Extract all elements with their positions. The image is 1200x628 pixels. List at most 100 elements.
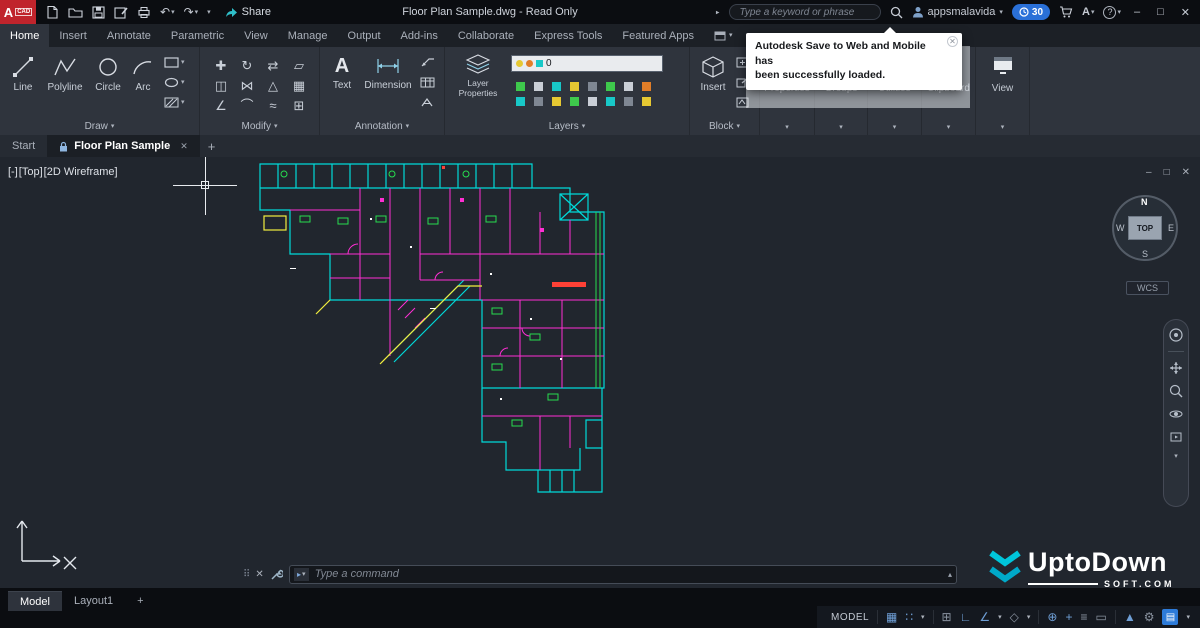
- showmotion-icon[interactable]: [1169, 430, 1183, 444]
- dimension-tool[interactable]: Dimension: [360, 55, 416, 91]
- viewcube[interactable]: N W E S TOP: [1112, 195, 1178, 261]
- tab-collaborate[interactable]: Collaborate: [448, 24, 524, 47]
- isodraft-settings-icon[interactable]: ▾: [1027, 614, 1031, 621]
- viewcube-top-face[interactable]: TOP: [1128, 216, 1162, 240]
- scale-icon[interactable]: ⌒: [240, 99, 253, 112]
- table-tool[interactable]: [420, 77, 435, 88]
- close-button[interactable]: ✕: [1177, 6, 1194, 19]
- snap-settings-icon[interactable]: ▾: [921, 614, 925, 621]
- zoom-icon[interactable]: [1169, 384, 1183, 398]
- viewcube-south[interactable]: S: [1142, 249, 1148, 259]
- move-icon[interactable]: ✚: [216, 59, 227, 72]
- dynamic-input-icon[interactable]: +: [1065, 611, 1072, 623]
- layer-tool-icon[interactable]: [606, 82, 615, 91]
- ellipse-tool[interactable]: ▾: [164, 77, 185, 88]
- text-tool[interactable]: A Text: [326, 55, 358, 91]
- selection-cycling-icon[interactable]: ▭: [1095, 611, 1106, 623]
- doc-restore-button[interactable]: □: [1164, 167, 1170, 178]
- command-line-grip[interactable]: ⠿: [243, 569, 249, 580]
- doc-close-button[interactable]: ✕: [1182, 167, 1190, 178]
- chevron-down-icon[interactable]: ▾: [868, 124, 921, 131]
- trial-days-badge[interactable]: 30: [1012, 4, 1050, 20]
- tab-parametric[interactable]: Parametric: [161, 24, 234, 47]
- grid-icon[interactable]: ▦: [886, 611, 897, 623]
- wcs-dropdown[interactable]: WCS: [1126, 281, 1169, 295]
- isodraft-icon[interactable]: ◇: [1010, 611, 1019, 623]
- mirror-icon[interactable]: ⋈: [241, 79, 254, 92]
- model-space-label[interactable]: MODEL: [831, 612, 869, 623]
- tab-home[interactable]: Home: [0, 24, 49, 47]
- qat-customize-icon[interactable]: ▾: [207, 9, 211, 16]
- layer-tool-icon[interactable]: [534, 97, 543, 106]
- autodesk-app-menu[interactable]: A ▾: [1082, 6, 1094, 18]
- viewcube-north[interactable]: N: [1141, 197, 1148, 207]
- minimize-button[interactable]: –: [1130, 6, 1144, 18]
- search-input[interactable]: [729, 4, 881, 20]
- arc-tool[interactable]: Arc: [128, 55, 158, 93]
- block-panel-label[interactable]: Block ▾: [690, 121, 759, 132]
- layers-panel-label[interactable]: Layers ▾: [445, 121, 689, 132]
- draw-panel-label[interactable]: Draw ▾: [0, 121, 199, 132]
- tab-annotate[interactable]: Annotate: [97, 24, 161, 47]
- polar-tracking-icon[interactable]: ∠: [979, 611, 990, 623]
- layer-tool-icon[interactable]: [552, 82, 561, 91]
- block-attributes-tool[interactable]: [736, 97, 749, 108]
- chevron-down-icon[interactable]: ▾: [976, 124, 1029, 131]
- visual-style-control[interactable]: [2D Wireframe]: [44, 166, 118, 178]
- infer-constraints-icon[interactable]: ⊞: [942, 611, 952, 623]
- plot-printer-icon[interactable]: [137, 6, 151, 19]
- orbit-icon[interactable]: [1169, 407, 1183, 421]
- tab-output[interactable]: Output: [338, 24, 391, 47]
- layer-tool-icon[interactable]: [624, 97, 633, 106]
- chevron-down-icon[interactable]: ▾: [171, 9, 175, 16]
- chevron-down-icon[interactable]: ▾: [922, 124, 975, 131]
- layer-tool-icon[interactable]: [588, 97, 597, 106]
- tab-manage[interactable]: Manage: [278, 24, 338, 47]
- save-as-icon[interactable]: [114, 6, 128, 19]
- open-folder-icon[interactable]: [68, 6, 83, 18]
- layer-tool-icon[interactable]: [570, 82, 579, 91]
- share-button[interactable]: Share: [225, 6, 271, 18]
- tab-featured-apps[interactable]: Featured Apps: [612, 24, 704, 47]
- layer-dropdown[interactable]: 0: [511, 55, 663, 72]
- command-input[interactable]: [315, 568, 942, 580]
- explode-icon[interactable]: ⊞: [294, 99, 305, 112]
- polar-settings-icon[interactable]: ▾: [998, 614, 1002, 621]
- workspace-gear-icon[interactable]: ⚙: [1144, 611, 1155, 623]
- leader-tool[interactable]: [420, 57, 435, 68]
- ortho-icon[interactable]: ∟: [960, 611, 972, 623]
- layer-tool-icon[interactable]: [552, 97, 561, 106]
- command-history-button[interactable]: ▴: [948, 570, 952, 579]
- stretch-icon[interactable]: ∠: [215, 99, 227, 112]
- maximize-button[interactable]: □: [1153, 6, 1168, 18]
- undo-button[interactable]: ↶ ▾: [160, 5, 175, 19]
- model-tab[interactable]: Model: [8, 591, 62, 611]
- layer-tool-icon[interactable]: [516, 82, 525, 91]
- panel-view[interactable]: View ▾: [976, 47, 1030, 135]
- line-tool[interactable]: Line: [6, 55, 40, 93]
- navigation-wheel-icon[interactable]: [1169, 328, 1183, 342]
- cart-icon[interactable]: [1059, 6, 1073, 18]
- chevron-down-icon[interactable]: ▾: [760, 124, 814, 131]
- annotation-visibility-icon[interactable]: ▲: [1124, 611, 1136, 623]
- polyline-tool[interactable]: Polyline: [42, 55, 88, 93]
- mleader-style-tool[interactable]: [420, 97, 435, 108]
- account-menu[interactable]: appsmalavida ▾: [912, 6, 1003, 18]
- clean-screen-icon[interactable]: ▤: [1162, 609, 1178, 625]
- rotate-icon[interactable]: ↻: [242, 59, 253, 72]
- layer-tool-icon[interactable]: [642, 82, 651, 91]
- chevron-down-icon[interactable]: ▾: [195, 9, 199, 16]
- view-menu-control[interactable]: [Top]: [19, 166, 43, 178]
- viewcube-west[interactable]: W: [1116, 223, 1125, 233]
- tab-addins[interactable]: Add-ins: [391, 24, 448, 47]
- autocad-logo[interactable]: A CAD: [0, 0, 36, 24]
- modify-panel-label[interactable]: Modify ▾: [200, 121, 319, 132]
- layer-tool-icon[interactable]: [642, 97, 651, 106]
- status-customize-icon[interactable]: ▾: [1186, 614, 1190, 621]
- layer-tool-icon[interactable]: [606, 97, 615, 106]
- search-icon[interactable]: [890, 6, 903, 19]
- layer-tool-icon[interactable]: [588, 82, 597, 91]
- redo-button[interactable]: ↷ ▾: [184, 5, 199, 19]
- annotation-panel-label[interactable]: Annotation ▾: [320, 121, 444, 132]
- doc-minimize-button[interactable]: –: [1146, 167, 1152, 178]
